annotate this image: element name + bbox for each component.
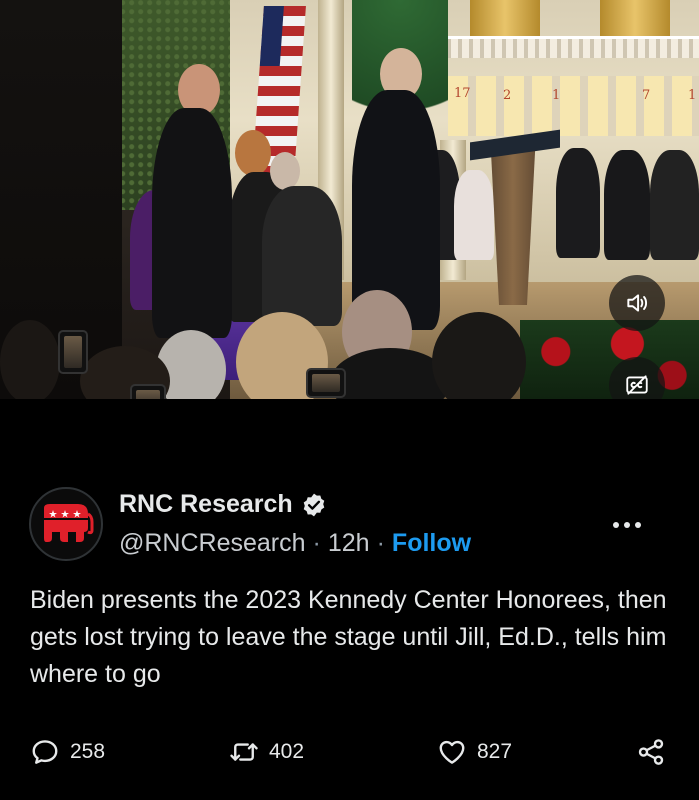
more-dots-icon	[613, 522, 641, 528]
audience-member	[556, 148, 600, 258]
author-handle[interactable]: @RNCResearch	[119, 529, 306, 558]
crowd-head	[0, 320, 60, 399]
heart-icon	[439, 740, 465, 764]
gold-curtain	[470, 0, 540, 36]
verified-badge-icon	[301, 492, 327, 518]
author-name-row: RNC Research	[119, 490, 327, 519]
video-player[interactable]: 17 2 1 7 1	[0, 0, 699, 399]
author-name[interactable]: RNC Research	[119, 490, 293, 519]
person-head	[235, 130, 271, 176]
repost-icon	[230, 743, 258, 761]
gop-elephant-icon	[44, 504, 94, 542]
advent-calendar	[448, 76, 699, 136]
follow-button[interactable]: Follow	[392, 529, 471, 558]
reply-bubble-icon	[32, 740, 58, 764]
action-bar: 258 402 827	[0, 730, 699, 774]
reply-count: 258	[70, 740, 106, 763]
phone	[58, 330, 88, 374]
gold-curtain	[600, 0, 670, 36]
audience-member	[650, 150, 699, 260]
advent-number: 17	[454, 86, 471, 101]
more-options-button[interactable]	[608, 508, 646, 542]
separator-dot: ·	[376, 529, 385, 557]
audience-member	[454, 170, 494, 260]
advent-number: 7	[642, 88, 651, 103]
post-text: Biden presents the 2023 Kennedy Center H…	[30, 586, 667, 688]
separator-dot: ·	[312, 529, 321, 557]
phone	[306, 368, 346, 398]
like-count: 827	[477, 740, 513, 763]
person-head	[270, 152, 300, 190]
balcony-railing	[440, 36, 699, 58]
post-time[interactable]: 12h	[328, 529, 370, 558]
share-icon	[638, 739, 664, 765]
advent-number: 1	[552, 88, 561, 103]
repost-button[interactable]: 402	[229, 730, 304, 774]
advent-number: 2	[503, 88, 512, 103]
advent-number: 1	[688, 88, 697, 103]
reply-button[interactable]: 258	[30, 730, 105, 774]
like-button[interactable]: 827	[437, 730, 512, 774]
speaker-sound-icon	[627, 294, 648, 312]
mute-button[interactable]	[609, 275, 665, 331]
phone	[130, 384, 166, 399]
avatar[interactable]	[29, 487, 103, 561]
share-button[interactable]	[636, 730, 666, 774]
repost-count: 402	[269, 740, 305, 763]
audience-member	[604, 150, 650, 260]
handle-row: @RNCResearch · 12h · Follow	[119, 529, 471, 558]
closed-captions-off-icon	[626, 375, 648, 395]
